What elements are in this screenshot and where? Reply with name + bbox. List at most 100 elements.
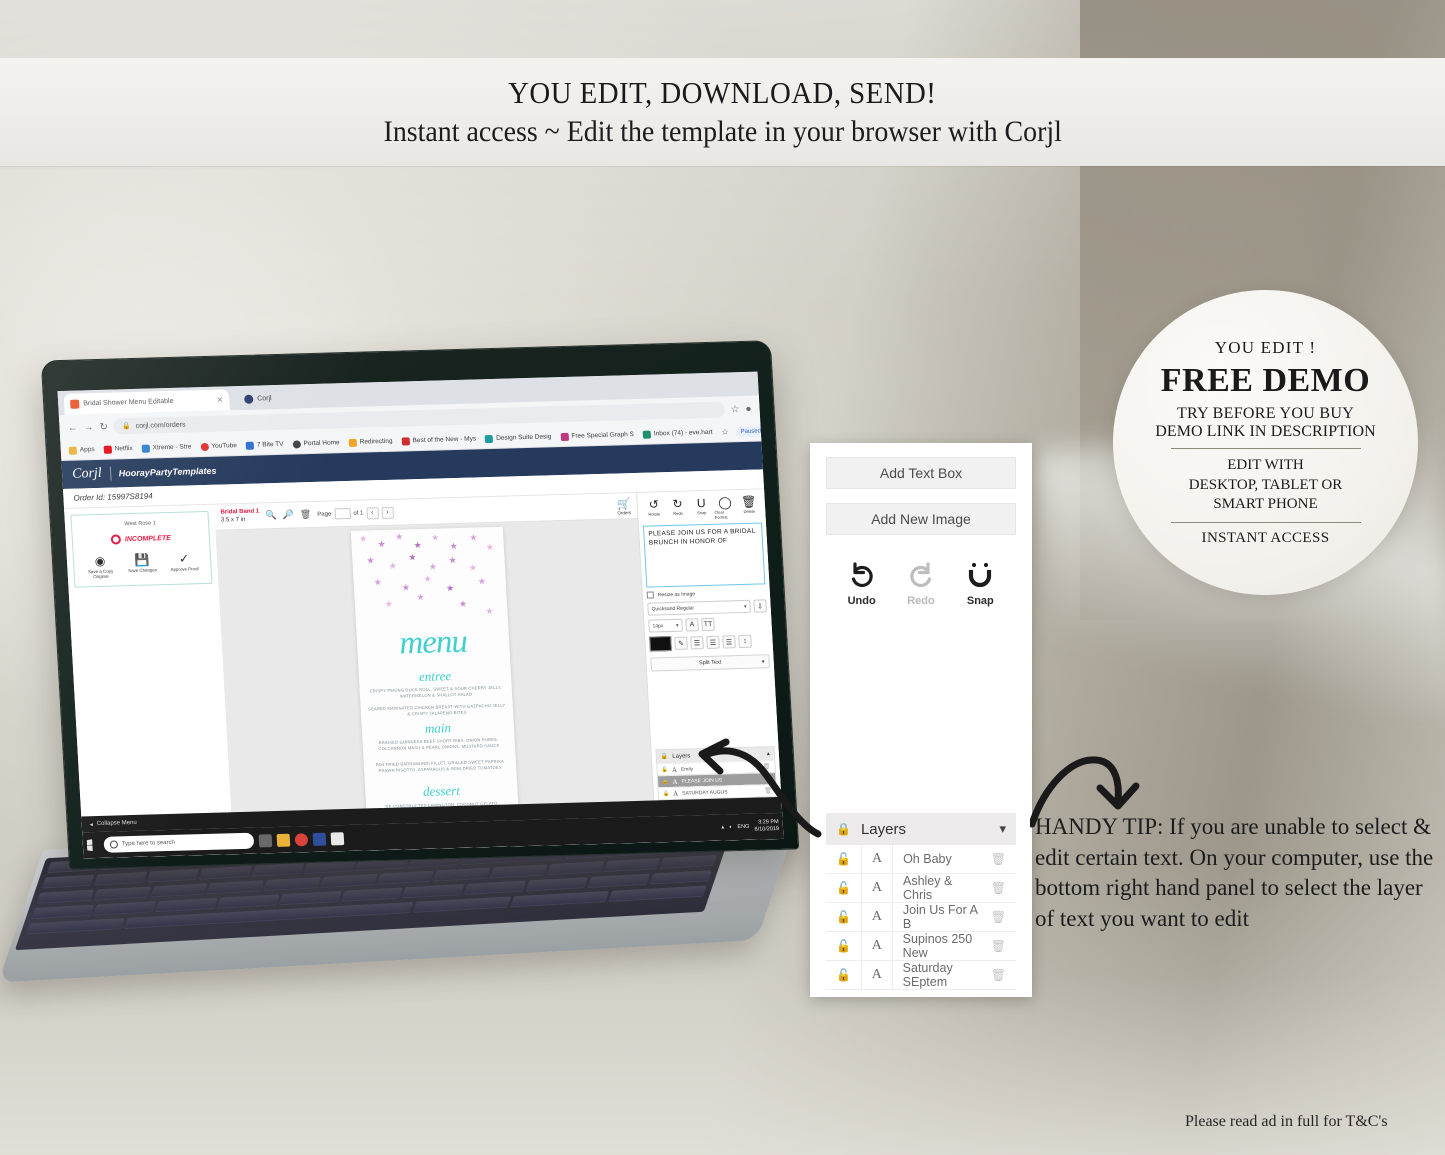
align-center-button[interactable]: ☰ — [706, 635, 720, 649]
mail-icon[interactable] — [330, 831, 345, 845]
snap-button[interactable]: Snap — [956, 561, 1004, 607]
approve-proof-button[interactable]: ✓ Approve Proof — [166, 551, 203, 577]
bookmark-item[interactable]: Best of the New - Mys — [401, 435, 476, 446]
chrome-icon[interactable] — [294, 832, 309, 846]
bookmark-item[interactable]: 7 Bite TV — [245, 440, 284, 450]
forward-icon[interactable]: → — [83, 422, 94, 433]
bookmark-item[interactable]: Inbox (74) - eve.hart — [642, 428, 713, 439]
prev-page-icon[interactable]: ‹ — [366, 506, 379, 519]
browser-tab-inactive[interactable]: Corjl — [237, 387, 301, 411]
shop-name: HoorayPartyTemplates — [118, 465, 217, 479]
unlock-icon[interactable]: 🔓 — [836, 910, 851, 924]
bold-icon: A — [689, 621, 695, 629]
taskview-icon[interactable] — [258, 833, 273, 847]
design-card-title: West Rose 1 — [124, 520, 156, 528]
profile-label: Paused — [740, 427, 762, 435]
letter-spacing-button[interactable]: TT — [701, 617, 715, 632]
bookmark-item[interactable]: Redirecting — [348, 437, 393, 447]
redo-button[interactable]: Redo — [897, 561, 945, 607]
zoom-out-icon[interactable]: 🔎 — [282, 510, 294, 521]
eyedropper-button[interactable]: ✎ — [674, 636, 688, 650]
unlock-icon[interactable]: 🔓 — [836, 968, 851, 982]
add-new-image-button[interactable]: Add New Image — [826, 503, 1016, 535]
font-download-button[interactable]: ⇩ — [753, 599, 767, 613]
layers-panel-header[interactable]: 🔒 Layers ▾ — [826, 813, 1016, 845]
unlock-icon[interactable]: 🔓 — [836, 881, 851, 895]
bold-button[interactable]: A — [685, 618, 699, 632]
star-icon[interactable]: ☆ — [730, 404, 740, 415]
layer-row[interactable]: 🔓 A Supinos 250 New 🗑 — [826, 931, 1016, 961]
divider — [1170, 521, 1361, 523]
profile-chip[interactable]: Paused — [735, 425, 762, 437]
reload-icon[interactable]: ↻ — [99, 421, 108, 432]
unlock-icon[interactable]: 🔓 — [836, 852, 851, 866]
editor-tools-row: Undo Redo Snap — [832, 561, 1010, 607]
layer-row[interactable]: 🔓 A Ashley & Chris 🗑 — [826, 873, 1016, 903]
bookmark-item[interactable]: YouTube — [200, 442, 237, 451]
rotate-button[interactable]: ↺ Rotate — [642, 497, 665, 522]
windows-search-input[interactable]: Type here to search — [103, 832, 255, 853]
text-layer-icon: A — [871, 909, 882, 924]
layer-row[interactable]: 🔓 A Join Us For A B 🗑 — [826, 902, 1016, 932]
unlock-icon[interactable]: 🔓 — [836, 939, 851, 953]
bookmark-label: Apps — [79, 446, 95, 454]
text-edit-field[interactable]: PLEASE JOIN US FOR A BRIDAL BRUNCH IN HO… — [642, 522, 766, 588]
action-label: Approve Proof — [170, 566, 199, 572]
redo-button[interactable]: ↻ Redo — [666, 497, 689, 522]
bookmark-item[interactable]: Portal Home — [292, 439, 340, 449]
undo-button[interactable]: Undo — [838, 561, 886, 607]
layer-row[interactable]: 🔓 A Saturday SEptem 🗑 — [826, 960, 1016, 990]
trash-icon[interactable]: 🗑 — [991, 910, 1006, 924]
chevron-down-icon[interactable]: ▾ — [999, 821, 1006, 837]
font-size-select[interactable]: 14px ▾ — [648, 618, 683, 633]
bookmark-item[interactable]: Apps — [68, 446, 95, 455]
layer-label: Supinos 250 New — [902, 932, 973, 960]
status-badge: INCOMPLETE — [78, 532, 205, 546]
trash-icon[interactable]: 🗑 — [991, 881, 1006, 895]
badge-edit-with: EDIT WITH — [1227, 457, 1304, 474]
explorer-icon[interactable] — [276, 833, 291, 847]
bookmark-item[interactable]: Design Suite Desig — [484, 433, 552, 443]
app-icon[interactable] — [312, 832, 327, 846]
windows-start-icon[interactable] — [87, 839, 100, 851]
trash-icon[interactable]: 🗑 — [991, 968, 1006, 982]
bookmark-overflow-icon[interactable]: ☆ — [721, 427, 729, 437]
checkbox-label: Resize as Image — [657, 590, 696, 598]
next-page-icon[interactable]: › — [381, 506, 394, 519]
line-height-button[interactable]: ↕ — [738, 634, 752, 649]
text-layer-icon: A — [871, 851, 883, 866]
extensions-icon[interactable]: ● — [745, 403, 752, 414]
close-icon[interactable]: ✕ — [216, 396, 223, 405]
trash-icon[interactable]: 🗑 — [991, 852, 1006, 866]
trash-icon[interactable]: 🗑 — [300, 509, 312, 520]
back-icon[interactable]: ← — [67, 422, 78, 433]
delete-button[interactable]: 🗑 Delete — [737, 495, 760, 520]
orders-button[interactable]: 🛒 Orders — [617, 497, 632, 515]
snap-button[interactable]: U Snap — [690, 496, 713, 521]
lock-icon[interactable]: 🔓 — [663, 791, 670, 797]
trash-icon[interactable]: 🗑 — [991, 939, 1006, 953]
lock-icon[interactable]: 🔓 — [661, 767, 668, 773]
lock-icon: 🔒 — [660, 754, 669, 761]
add-text-box-button[interactable]: Add Text Box — [826, 457, 1016, 489]
style-text-dropdown[interactable]: Split Text ▾ — [650, 654, 771, 672]
align-left-button[interactable]: ☰ — [690, 636, 704, 650]
chevron-down-icon: ▾ — [761, 658, 765, 665]
layer-row[interactable]: 🔓 A Oh Baby 🗑 — [826, 844, 1016, 874]
font-family-select[interactable]: Quicksand Regular ▾ — [647, 599, 751, 616]
bookmark-item[interactable]: Netflix — [103, 445, 133, 454]
save-changes-button[interactable]: 💾 Save Changes — [124, 553, 161, 578]
layers-title: Layers — [860, 820, 906, 838]
page-input[interactable] — [334, 507, 351, 520]
bookmark-item[interactable]: Free Special Graph S — [560, 431, 634, 441]
lock-icon[interactable]: 🔓 — [662, 779, 669, 785]
divider — [860, 960, 862, 990]
bookmark-item[interactable]: Xtreme - Stre — [141, 443, 192, 453]
align-right-button[interactable]: ☰ — [722, 635, 736, 649]
clear-format-button[interactable]: ◯ Clear Format — [714, 495, 737, 519]
resize-as-image-checkbox[interactable]: Resize as Image — [646, 588, 766, 599]
clear-format-icon: ◯ — [717, 495, 733, 510]
save-copy-button[interactable]: ◉ Save a Copy Original — [82, 554, 119, 579]
zoom-in-icon[interactable]: 🔍 — [265, 510, 277, 521]
text-color-swatch[interactable] — [649, 635, 672, 652]
